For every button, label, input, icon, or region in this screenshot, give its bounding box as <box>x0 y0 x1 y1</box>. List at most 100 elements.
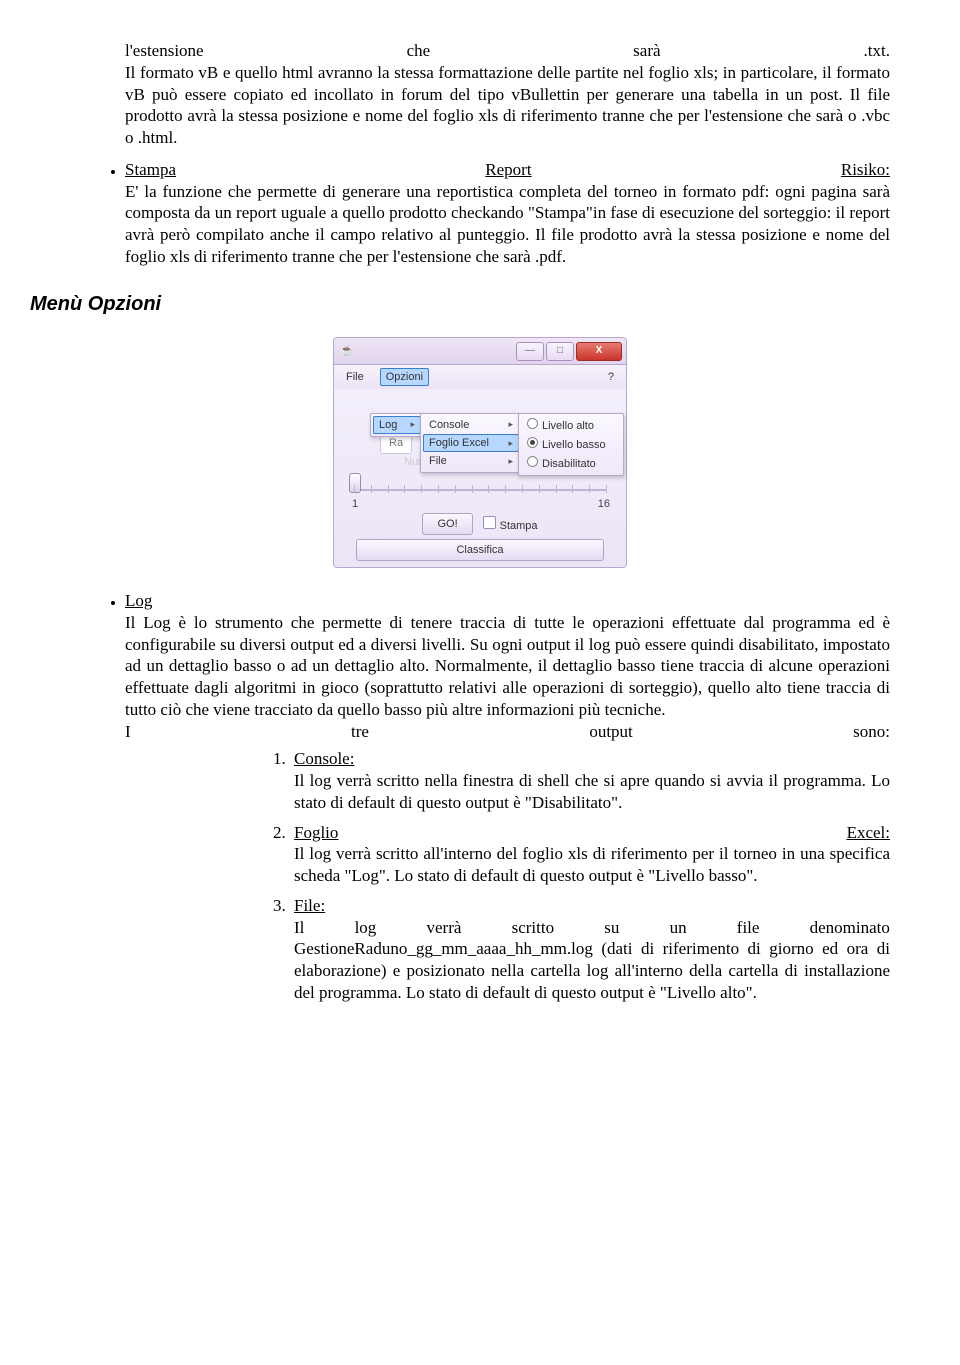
window-body: Ra Numero Turni Log ▸ Console ▸ Foglio E… <box>333 389 627 568</box>
bullet-title: Log <box>125 590 890 612</box>
slider-tick <box>354 485 355 493</box>
slider-max: 16 <box>598 497 610 511</box>
text: log <box>355 917 377 939</box>
submenu-log-levels: Livello alto Livello basso Disabilitato <box>518 413 624 476</box>
slider-tick <box>556 485 557 493</box>
text: Console <box>429 418 469 432</box>
submenu-opzioni: Log ▸ <box>370 413 424 437</box>
radio-livello-basso[interactable]: Livello basso <box>521 435 621 454</box>
checkbox-icon <box>483 516 496 529</box>
section-title-menu-opzioni: Menù Opzioni <box>30 292 890 318</box>
text: Foglio <box>294 822 338 844</box>
text: Livello alto <box>542 420 594 432</box>
go-button[interactable]: GO! <box>422 513 472 535</box>
text: scritto <box>512 917 555 939</box>
item-body: GestioneRaduno_gg_mm_aaaa_hh_mm.log (dat… <box>294 938 890 1003</box>
checkbox-stampa[interactable]: Stampa <box>483 516 538 533</box>
slider-tick <box>539 485 540 493</box>
submenu-item-console[interactable]: Console ▸ <box>423 416 519 434</box>
slider-tick <box>572 485 573 493</box>
text: Foglio Excel <box>429 436 489 450</box>
radio-livello-alto[interactable]: Livello alto <box>521 416 621 435</box>
chevron-right-icon: ▸ <box>410 419 415 431</box>
text: I <box>125 721 131 743</box>
slider-tick <box>455 485 456 493</box>
slider-numero-turni[interactable]: 1 16 <box>354 481 606 501</box>
slider-tick <box>522 485 523 493</box>
window-titlebar: ☕ — □ X <box>333 337 627 365</box>
text: tre <box>351 721 369 743</box>
text: su <box>604 917 619 939</box>
item-title: Foglio Excel: <box>294 822 890 844</box>
item-title: File: <box>294 896 325 915</box>
window-maximize-button[interactable]: □ <box>546 342 574 361</box>
radio-icon <box>527 418 538 429</box>
text: un <box>670 917 687 939</box>
radio-icon <box>527 437 538 448</box>
slider-tick <box>606 485 607 493</box>
text: Livello basso <box>542 439 606 451</box>
list-item-console: Console: Il log verrà scritto nella fine… <box>290 748 890 813</box>
text: che <box>407 40 431 62</box>
bullet-title: Stampa Report Risiko: <box>125 159 890 181</box>
ordered-list-outputs: Console: Il log verrà scritto nella fine… <box>125 748 890 1003</box>
item-body: Il log verrà scritto nella finestra di s… <box>294 770 890 814</box>
submenu-item-foglio-excel[interactable]: Foglio Excel ▸ <box>423 434 519 452</box>
item-body: Il log verrà scritto all'interno del fog… <box>294 843 890 887</box>
text: l'estensione <box>125 40 204 62</box>
bullet-stampa-report: Stampa Report Risiko: E' la funzione che… <box>125 159 890 268</box>
text: Stampa <box>500 520 538 532</box>
para-line-ext-txt: l'estensione che sarà .txt. <box>70 40 890 62</box>
submenu-item-log[interactable]: Log ▸ <box>373 416 421 434</box>
submenu-item-file[interactable]: File ▸ <box>423 452 519 470</box>
chevron-right-icon: ▸ <box>508 438 513 450</box>
menu-file[interactable]: File <box>340 368 370 386</box>
submenu-log-targets: Console ▸ Foglio Excel ▸ File ▸ <box>420 413 522 473</box>
slider-tick <box>404 485 405 493</box>
window-close-button[interactable]: X <box>576 342 622 361</box>
item-title: Console: <box>294 749 354 768</box>
slider-tick <box>589 485 590 493</box>
slider-track <box>354 489 606 491</box>
text: File <box>429 454 447 468</box>
text: Il <box>294 917 304 939</box>
text: sarà <box>633 40 660 62</box>
text: Stampa <box>125 159 176 181</box>
slider-tick <box>388 485 389 493</box>
text: Report <box>485 159 531 181</box>
window-minimize-button[interactable]: — <box>516 342 544 361</box>
paragraph-vb-html: Il formato vB e quello html avranno la s… <box>70 62 890 149</box>
chevron-right-icon: ▸ <box>508 456 513 468</box>
radio-icon <box>527 456 538 467</box>
radio-disabilitato[interactable]: Disabilitato <box>521 454 621 473</box>
text: denominato <box>810 917 890 939</box>
slider-tick <box>505 485 506 493</box>
text: file <box>737 917 760 939</box>
text: Risiko: <box>841 159 890 181</box>
list-item-foglio-excel: Foglio Excel: Il log verrà scritto all'i… <box>290 822 890 887</box>
classifica-button[interactable]: Classifica <box>356 539 604 561</box>
bullet-body: Il Log è lo strumento che permette di te… <box>125 612 890 721</box>
java-icon: ☕ <box>340 344 354 358</box>
slider-tick <box>371 485 372 493</box>
text: output <box>589 721 632 743</box>
text: Log <box>379 418 397 432</box>
slider-tick <box>421 485 422 493</box>
slider-tick <box>472 485 473 493</box>
item-line-1: Il log verrà scritto su un file denomina… <box>294 917 890 939</box>
text: verrà <box>427 917 462 939</box>
list-item-file: File: Il log verrà scritto su un file de… <box>290 895 890 1004</box>
chevron-right-icon: ▸ <box>508 419 513 431</box>
menu-help[interactable]: ? <box>602 368 620 386</box>
menubar: File Opzioni ? <box>333 365 627 389</box>
text: sono: <box>853 721 890 743</box>
slider-tick <box>488 485 489 493</box>
text: .txt. <box>864 40 890 62</box>
line-i-tre-output-sono: I tre output sono: <box>125 721 890 743</box>
slider-thumb[interactable] <box>349 473 361 493</box>
bullet-body: E' la funzione che permette di generare … <box>125 181 890 268</box>
slider-min: 1 <box>352 497 358 511</box>
text: Disabilitato <box>542 458 596 470</box>
slider-tick <box>438 485 439 493</box>
menu-opzioni[interactable]: Opzioni <box>380 368 429 386</box>
